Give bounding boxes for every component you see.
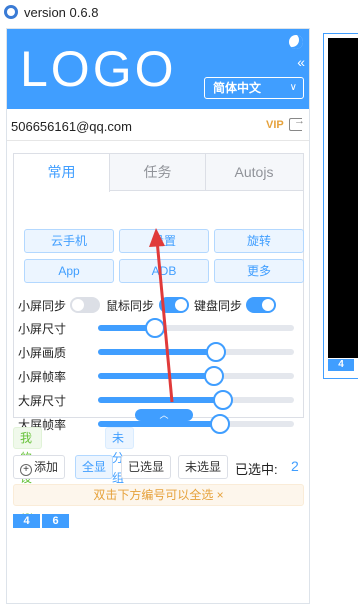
- collapse-icon[interactable]: «: [297, 55, 305, 69]
- language-value: 简体中文: [213, 81, 262, 95]
- ungrouped-group[interactable]: 未分组 (0): [105, 427, 134, 505]
- app-icon: [4, 5, 18, 19]
- slider-track[interactable]: [98, 342, 294, 362]
- plus-icon: +: [20, 464, 32, 476]
- device-tag[interactable]: 6: [42, 514, 69, 528]
- my-devices-group[interactable]: 我的设备 (2): [13, 427, 42, 525]
- account-email: 506656161@qq.com: [11, 119, 132, 134]
- slider-track[interactable]: [98, 390, 294, 410]
- slider-track[interactable]: [98, 366, 294, 386]
- tab-strip: 常用 任务 Autojs: [14, 154, 303, 192]
- slider-track[interactable]: [98, 318, 294, 338]
- slider-small-fps: 小屏帧率: [18, 365, 304, 386]
- app-button[interactable]: App: [24, 259, 114, 283]
- slider-large-size: 大屏尺寸: [18, 389, 304, 410]
- slider-label: 小屏画质: [18, 346, 67, 360]
- small-screen-sync-label: 小屏同步: [18, 299, 67, 313]
- close-icon[interactable]: ×: [217, 488, 224, 502]
- add-label: 添加: [34, 460, 59, 474]
- adb-button[interactable]: ADB: [119, 259, 209, 283]
- tab-common[interactable]: 常用: [14, 154, 110, 192]
- slider-small-size: 小屏尺寸: [18, 317, 304, 338]
- slider-label: 小屏尺寸: [18, 322, 67, 336]
- tab-autojs[interactable]: Autojs: [206, 154, 302, 191]
- mouse-sync-toggle[interactable]: [159, 297, 189, 313]
- add-button[interactable]: + 添加: [13, 455, 66, 479]
- logout-icon[interactable]: [289, 115, 305, 131]
- account-row: 506656161@qq.com VIP: [7, 111, 309, 141]
- mouse-sync-label: 鼠标同步: [106, 299, 155, 313]
- slider-label: 大屏尺寸: [18, 394, 67, 408]
- vip-icon[interactable]: VIP: [266, 119, 284, 131]
- rotate-button[interactable]: 旋转: [214, 229, 304, 253]
- expand-button[interactable]: ︿: [135, 409, 193, 421]
- tabs-card: 常用 任务 Autojs 云手机 设置 旋转 App ADB 更多 小屏同步 鼠…: [13, 153, 304, 434]
- device-preview[interactable]: 4: [323, 33, 358, 379]
- preview-device-number[interactable]: 4: [328, 359, 354, 371]
- device-tag[interactable]: 4: [13, 514, 40, 528]
- tab-tasks[interactable]: 任务: [110, 154, 206, 191]
- slider-handle[interactable]: [213, 390, 234, 410]
- control-panel: LOGO « 简体中文 ∨ 506656161@qq.com VIP 常用 任务…: [6, 28, 310, 604]
- hint-bar: 双击下方编号可以全选 ×: [13, 484, 304, 506]
- slider-small-quality: 小屏画质: [18, 341, 304, 362]
- logo: LOGO: [20, 41, 177, 97]
- cloud-phone-button[interactable]: 云手机: [24, 229, 114, 253]
- slider-handle[interactable]: [144, 318, 165, 338]
- window-title: version 0.6.8: [24, 4, 99, 20]
- device-screen[interactable]: [328, 38, 358, 358]
- show-unselected-button[interactable]: 未选显: [178, 455, 229, 479]
- slider-label: 小屏帧率: [18, 370, 67, 384]
- hint-text: 双击下方编号可以全选: [93, 488, 214, 502]
- small-screen-sync-toggle[interactable]: [70, 297, 100, 313]
- title-bar: version 0.6.8: [0, 0, 358, 24]
- selected-label: 已选中:: [235, 462, 278, 477]
- moon-icon[interactable]: [289, 35, 303, 49]
- header-banner: LOGO « 简体中文 ∨: [7, 29, 309, 109]
- slider-handle[interactable]: [209, 414, 230, 434]
- show-selected-button[interactable]: 已选显: [121, 455, 172, 479]
- sync-row: 小屏同步 鼠标同步 键盘同步: [18, 295, 308, 313]
- chevron-down-icon: ∨: [289, 82, 297, 93]
- selected-count: 2: [291, 458, 299, 474]
- language-select[interactable]: 简体中文 ∨: [204, 77, 304, 99]
- keyboard-sync-label: 键盘同步: [194, 299, 243, 313]
- keyboard-sync-toggle[interactable]: [246, 297, 276, 313]
- action-row: + 添加 全显 已选显 未选显 已选中: 2: [13, 455, 305, 479]
- more-button[interactable]: 更多: [214, 259, 304, 283]
- slider-handle[interactable]: [205, 342, 226, 362]
- show-all-button[interactable]: 全显: [75, 455, 114, 479]
- slider-handle[interactable]: [203, 366, 224, 386]
- settings-button[interactable]: 设置: [119, 229, 209, 253]
